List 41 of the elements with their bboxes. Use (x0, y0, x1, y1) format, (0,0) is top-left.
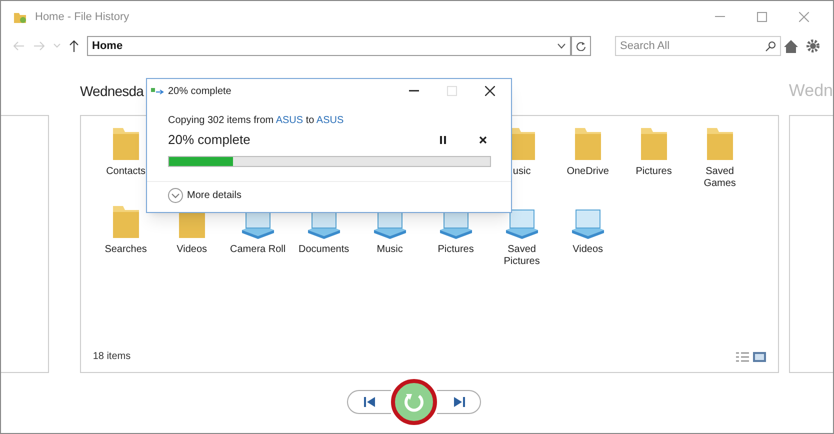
copy-message: Copying 302 items from ASUS to ASUS (168, 114, 345, 128)
up-arrow-icon[interactable] (69, 40, 79, 52)
item-count: 18 items (92, 350, 131, 364)
search-field[interactable]: Search All (615, 36, 781, 56)
minimize-icon (409, 90, 419, 92)
folder-item[interactable]: Saved Games (686, 126, 753, 192)
details-view-icon[interactable] (736, 352, 750, 362)
refresh-button[interactable] (571, 36, 591, 56)
dialog-title: 20% complete (168, 84, 232, 98)
restore-button[interactable] (391, 379, 437, 425)
settings-icon[interactable] (806, 39, 820, 53)
maximize-icon (447, 86, 457, 96)
chevron-down-icon (168, 188, 183, 202)
next-version-button[interactable] (437, 390, 481, 414)
minimize-icon (715, 16, 725, 18)
chevron-down-icon[interactable] (557, 43, 566, 49)
close-icon (479, 136, 487, 144)
skip-forward-icon (452, 397, 464, 407)
copy-icon (151, 86, 164, 96)
refresh-icon (576, 41, 586, 51)
skip-back-icon (364, 397, 376, 407)
maximize-icon (757, 12, 767, 22)
previous-version-button[interactable] (347, 390, 391, 414)
window-title: Home - File History (35, 10, 130, 25)
folder-item[interactable]: Pictures (620, 126, 687, 192)
search-icon (765, 40, 776, 52)
large-icons-view-icon[interactable] (753, 352, 766, 362)
close-icon (485, 86, 495, 96)
date-heading: Wedn (788, 80, 833, 102)
library-item[interactable]: Videos (554, 204, 621, 270)
restore-icon (403, 391, 425, 413)
library-item[interactable]: Saved Pictures (488, 204, 555, 270)
close-icon (799, 12, 809, 22)
progress-text: 20% complete (168, 131, 250, 149)
folder-item[interactable]: OneDrive (554, 126, 621, 192)
pause-icon (440, 136, 446, 144)
folder-icon (13, 10, 27, 24)
date-heading: Wednesda (80, 82, 144, 100)
home-icon[interactable] (784, 40, 798, 52)
folder-item[interactable]: Searches (92, 204, 159, 270)
address-field[interactable]: Home (87, 36, 571, 56)
